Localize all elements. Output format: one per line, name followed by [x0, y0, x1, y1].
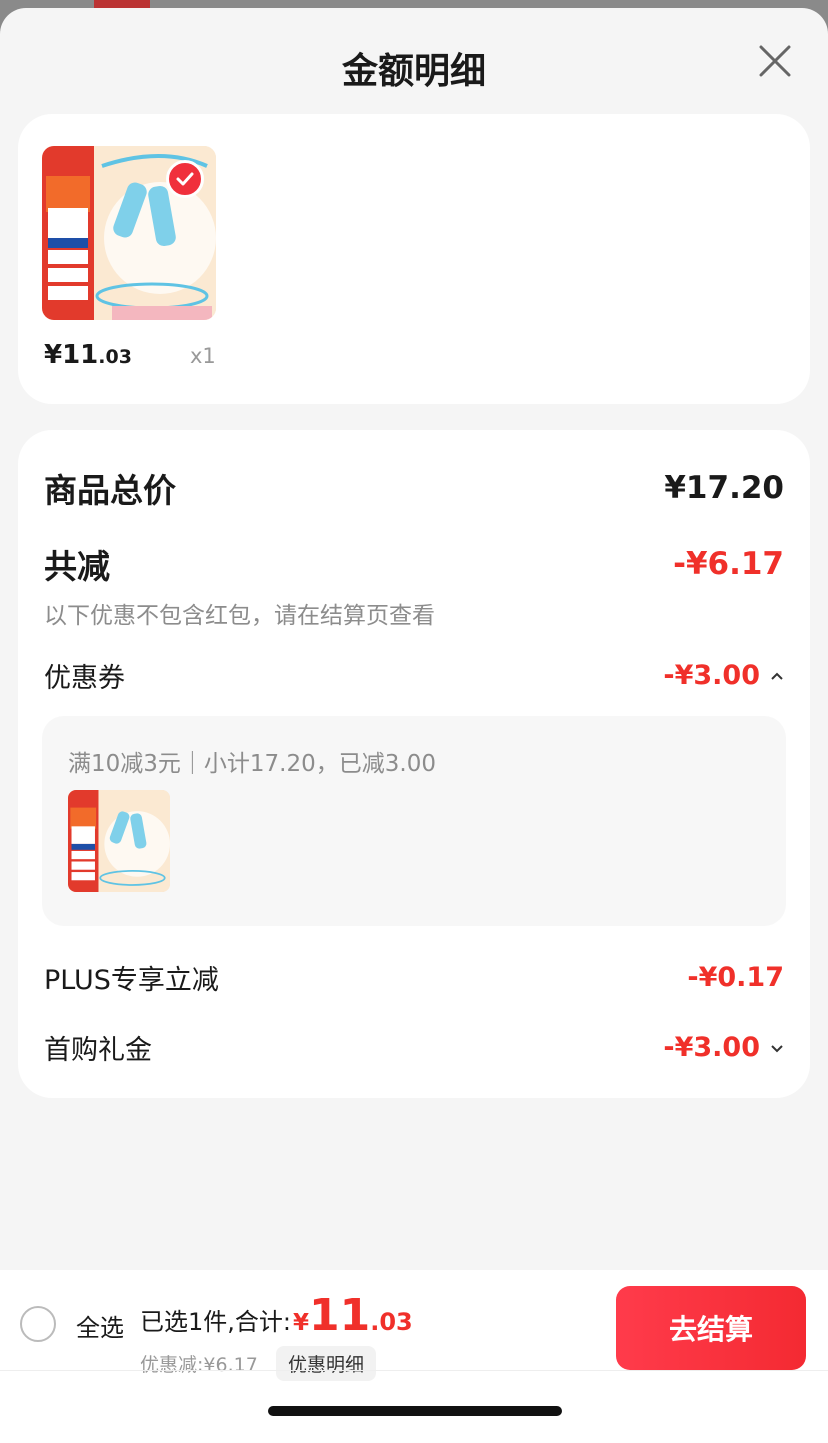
plus-discount-value: -¥0.17: [687, 962, 784, 993]
gift-value-text: -¥3.00: [663, 1032, 760, 1063]
check-icon: [166, 160, 204, 198]
home-indicator: [268, 1406, 562, 1416]
discount-note: 以下优惠不包含红包，请在结算页查看: [44, 603, 435, 629]
close-icon[interactable]: [758, 44, 792, 78]
product-card: ¥11.03 x1: [18, 114, 810, 404]
gift-row[interactable]: 首购礼金 -¥3.00: [44, 1028, 784, 1067]
total-summary: 已选1件,合计: ¥ 11 .03: [140, 1290, 413, 1341]
plus-discount-row: PLUS专享立减 -¥0.17: [44, 958, 784, 997]
select-all-radio[interactable]: [20, 1306, 56, 1342]
total-amount: 11: [309, 1290, 371, 1341]
currency-symbol: ¥: [292, 1310, 309, 1336]
select-all-label[interactable]: 全选: [76, 1308, 124, 1343]
caret-up-icon: [771, 672, 783, 680]
gift-value: -¥3.00: [663, 1032, 784, 1063]
total-label: 商品总价: [44, 471, 176, 510]
checkout-bar: 全选 已选1件,合计: ¥ 11 .03 优惠减:¥6.17 优惠明细 去结算: [0, 1270, 828, 1443]
coupon-product-thumbnail: [68, 790, 170, 892]
discount-label: 共减: [44, 547, 110, 586]
total-decimal: .03: [370, 1308, 413, 1336]
coupon-row[interactable]: 优惠券 -¥3.00: [44, 656, 784, 695]
coupon-label: 优惠券: [44, 663, 125, 694]
savings-text: 优惠减:¥6.17: [140, 1354, 258, 1376]
divider: [0, 1370, 828, 1371]
total-row: 商品总价 ¥17.20: [44, 464, 784, 512]
gift-label: 首购礼金: [44, 1035, 152, 1066]
caret-down-icon: [771, 1044, 783, 1052]
checkout-button[interactable]: 去结算: [616, 1286, 806, 1370]
discount-detail-button[interactable]: 优惠明细: [276, 1346, 377, 1381]
product-quantity: x1: [190, 344, 216, 368]
amount-detail-sheet: 金额明细 ¥11.03 x1 商品总价 ¥17.20 共减 -¥6.17 以下优…: [0, 8, 828, 1443]
coupon-value: -¥3.00: [663, 660, 784, 691]
total-value: ¥17.20: [664, 470, 784, 506]
discount-row: 共减 -¥6.17: [44, 540, 784, 588]
sheet-title: 金额明细: [341, 51, 486, 92]
plus-discount-label: PLUS专享立减: [44, 965, 219, 996]
summary-card: 商品总价 ¥17.20 共减 -¥6.17 以下优惠不包含红包，请在结算页查看 …: [18, 430, 810, 1098]
discount-value: -¥6.17: [673, 546, 784, 582]
product-price: ¥11.03: [44, 340, 132, 370]
coupon-detail-text: 满10减3元｜小计17.20，已减3.00: [68, 751, 436, 777]
coupon-detail-box: 满10减3元｜小计17.20，已减3.00: [42, 716, 786, 926]
coupon-value-text: -¥3.00: [663, 660, 760, 691]
selected-text: 已选1件,合计:: [140, 1308, 291, 1336]
